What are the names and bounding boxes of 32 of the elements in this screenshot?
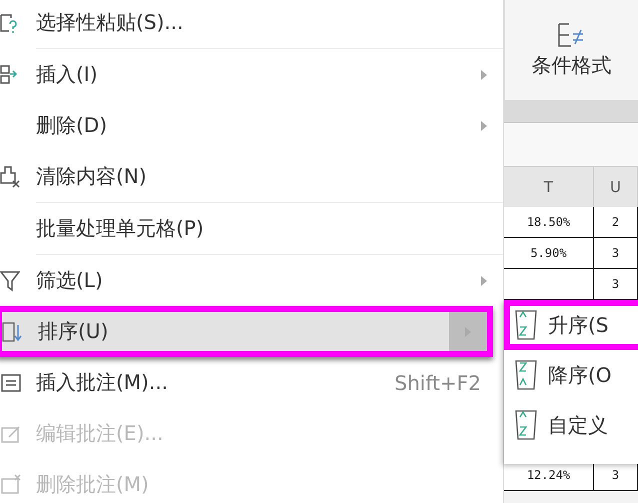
menu-item[interactable]: 批量处理单元格(P) <box>0 203 503 254</box>
menu-item[interactable]: 插入批注(M)... Shift+F2 <box>0 357 503 408</box>
note-delete-icon <box>0 474 22 496</box>
table-cell: 5.90% <box>504 238 594 269</box>
submenu-arrow-icon <box>481 70 487 80</box>
submenu-arrow-icon <box>481 120 487 130</box>
menu-item[interactable]: 排序(U) <box>0 306 493 357</box>
filter-icon <box>0 270 20 292</box>
custom-sort-icon <box>514 409 538 441</box>
table-cell: 3 <box>594 238 638 269</box>
menu-item[interactable]: 删除(D) <box>0 100 503 151</box>
column-header[interactable]: U <box>594 167 638 207</box>
submenu-arrow-icon <box>481 276 487 286</box>
submenu-item[interactable]: 升序(S <box>504 300 638 350</box>
eraser-icon <box>0 164 22 188</box>
note-icon <box>0 372 22 394</box>
conditional-format-button[interactable]: 条件格式 <box>532 22 612 78</box>
submenu-item[interactable]: 自定义 <box>504 400 638 450</box>
submenu-item[interactable]: 降序(O <box>504 350 638 400</box>
sort-icon <box>514 309 538 341</box>
insert-icon <box>0 64 18 86</box>
menu-item[interactable]: 插入(I) <box>0 49 503 100</box>
table-cell: 3 <box>594 269 638 300</box>
sort-icon <box>2 320 22 342</box>
shortcut-text: Shift+F2 <box>394 370 481 394</box>
column-header[interactable]: T <box>504 167 594 207</box>
sort-icon <box>514 359 538 391</box>
menu-item[interactable]: 筛选(L) <box>0 255 503 306</box>
menu-item[interactable]: 清除内容(N) <box>0 151 503 202</box>
table-cell: 2 <box>594 207 638 238</box>
menu-item[interactable]: 选择性粘贴(S)... <box>0 0 503 48</box>
table-cell: 18.50% <box>504 207 594 238</box>
